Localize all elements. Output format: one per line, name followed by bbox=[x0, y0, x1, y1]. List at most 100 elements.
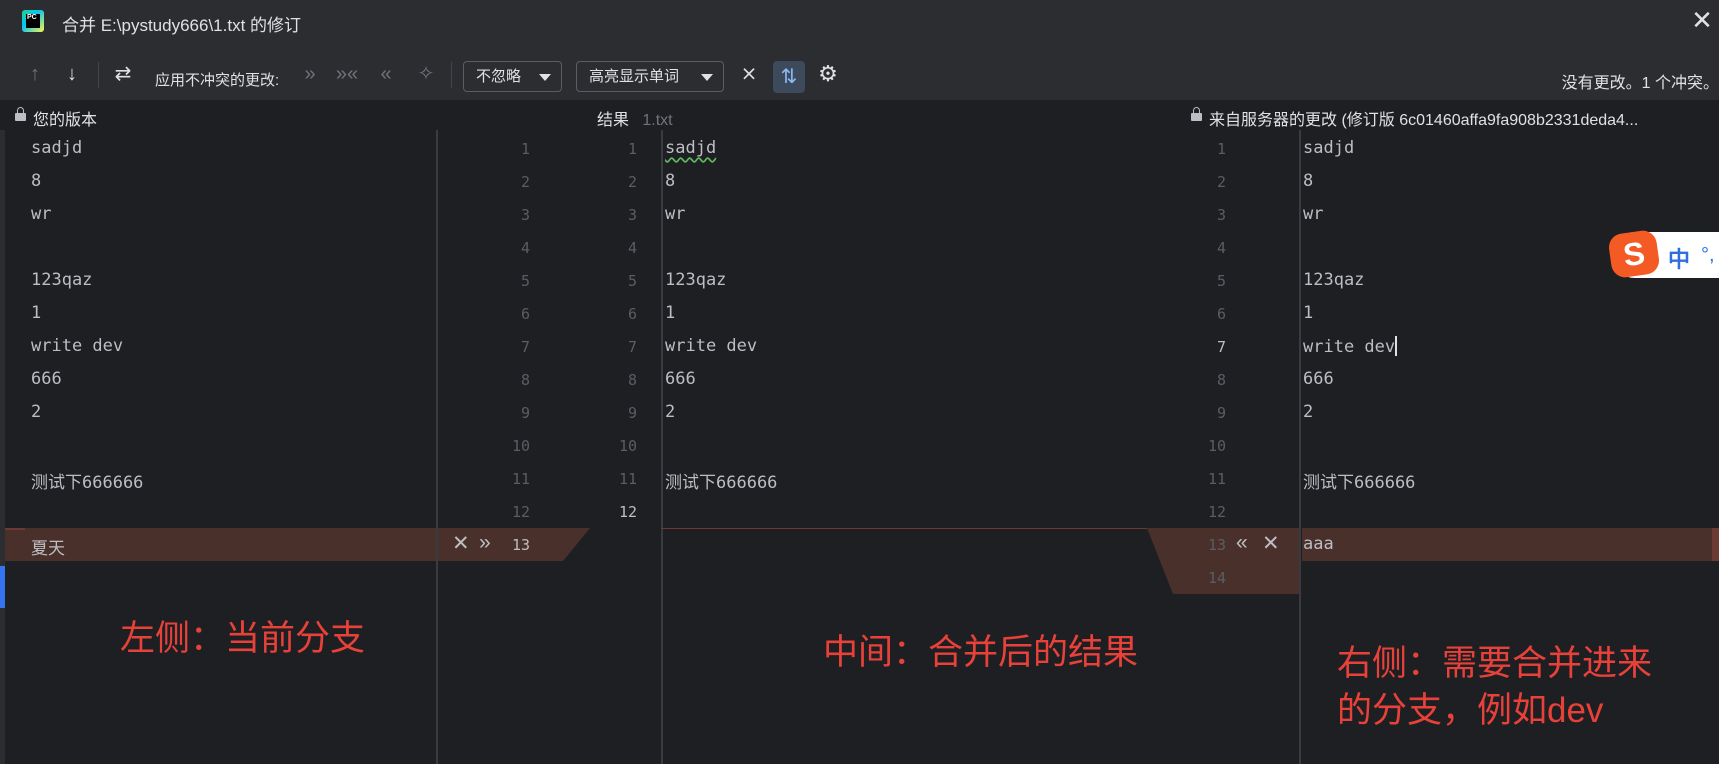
code-line[interactable]: wr bbox=[31, 204, 51, 224]
gear-icon[interactable]: ⚙ bbox=[814, 60, 842, 88]
outer-accent-strip bbox=[0, 566, 5, 608]
accept-right-change-icon[interactable]: « bbox=[1236, 532, 1248, 553]
magic-resolve-icon[interactable]: ✧ bbox=[412, 60, 440, 88]
toolbar-separator bbox=[98, 62, 99, 88]
apply-non-conflicting-label: 应用不冲突的更改: bbox=[155, 72, 280, 89]
line-number: 9 bbox=[1216, 404, 1226, 422]
close-icon[interactable]: ✕ bbox=[1688, 6, 1716, 34]
accept-left-change-icon[interactable]: » bbox=[479, 532, 491, 553]
annotation-left: 左侧：当前分支 bbox=[120, 619, 366, 658]
next-difference-button[interactable]: ↓ bbox=[58, 60, 86, 88]
line-number: 3 bbox=[1216, 206, 1226, 224]
code-line[interactable]: 2 bbox=[665, 402, 675, 422]
code-line[interactable]: 8 bbox=[665, 171, 675, 191]
compare-contents-icon[interactable]: ⇄ bbox=[109, 60, 137, 88]
code-line[interactable]: 1 bbox=[1303, 303, 1313, 323]
code-line[interactable]: 1 bbox=[665, 303, 675, 323]
line-number: 10 bbox=[511, 437, 530, 455]
ime-punctuation-icon[interactable]: °, bbox=[1701, 244, 1715, 267]
line-number: 4 bbox=[1216, 239, 1226, 257]
code-line[interactable]: 123qaz bbox=[1303, 270, 1364, 290]
sogou-ime-icon[interactable]: S bbox=[1607, 228, 1661, 280]
line-number: 1 bbox=[627, 140, 637, 158]
conflict-code-line[interactable]: aaa bbox=[1303, 534, 1334, 554]
code-line[interactable]: sadjd bbox=[665, 138, 716, 158]
code-line-with-cursor[interactable]: write dev bbox=[1303, 336, 1398, 357]
code-line[interactable]: 测试下666666 bbox=[31, 468, 143, 493]
line-number: 1 bbox=[1216, 140, 1226, 158]
line-number: 4 bbox=[627, 239, 637, 257]
text-cursor bbox=[1395, 336, 1398, 356]
conflict-marker-right bbox=[1712, 528, 1719, 561]
panel-divider bbox=[436, 130, 438, 764]
code-line[interactable]: 2 bbox=[31, 402, 41, 422]
code-line[interactable]: wr bbox=[665, 204, 685, 224]
chevron-down-icon bbox=[539, 74, 551, 81]
line-number: 11 bbox=[511, 470, 530, 488]
line-number: 12 bbox=[1207, 503, 1226, 521]
window-title: 合并 E:\pystudy666\1.txt 的修订 bbox=[62, 16, 302, 35]
code-line[interactable]: 8 bbox=[1303, 171, 1313, 191]
line-number: 14 bbox=[1207, 569, 1226, 587]
line-number: 6 bbox=[520, 305, 530, 323]
conflict-status: 没有更改。1 个冲突。 bbox=[1561, 75, 1719, 92]
code-line[interactable]: sadjd bbox=[1303, 138, 1354, 158]
synchronize-scrolling-toggle[interactable]: ⇅ bbox=[773, 61, 805, 93]
highlight-words-dropdown[interactable]: 高亮显示单词 bbox=[576, 61, 724, 92]
line-number: 3 bbox=[627, 206, 637, 224]
line-number: 8 bbox=[1216, 371, 1226, 389]
conflict-band-right bbox=[1302, 528, 1719, 561]
line-number: 12 bbox=[511, 503, 530, 521]
lock-icon bbox=[1191, 107, 1202, 121]
annotation-right-line1: 右侧：需要合并进来 bbox=[1337, 644, 1653, 683]
pycharm-app-icon: PC bbox=[22, 10, 44, 32]
collapse-unchanged-icon[interactable]: ⨯ bbox=[735, 60, 763, 88]
line-number: 12 bbox=[618, 503, 637, 521]
code-line[interactable]: 测试下666666 bbox=[1303, 468, 1415, 493]
panel-divider bbox=[661, 130, 663, 764]
line-number: 8 bbox=[520, 371, 530, 389]
code-line[interactable]: 1 bbox=[31, 303, 41, 323]
code-line[interactable]: 123qaz bbox=[31, 270, 92, 290]
line-number: 9 bbox=[627, 404, 637, 422]
toolbar-separator bbox=[451, 62, 452, 88]
code-line[interactable]: 666 bbox=[1303, 369, 1334, 389]
ignore-whitespace-dropdown[interactable]: 不忽略 bbox=[463, 61, 562, 92]
code-line[interactable]: wr bbox=[1303, 204, 1323, 224]
previous-difference-button[interactable]: ↑ bbox=[21, 60, 49, 88]
line-number: 10 bbox=[618, 437, 637, 455]
code-line[interactable]: 666 bbox=[31, 369, 62, 389]
code-line[interactable]: 666 bbox=[665, 369, 696, 389]
line-number: 6 bbox=[1216, 305, 1226, 323]
ignore-change-icon[interactable]: ✕ bbox=[452, 533, 470, 554]
code-line[interactable]: 8 bbox=[31, 171, 41, 191]
result-filename: 1.txt bbox=[642, 112, 673, 129]
conflict-band-left bbox=[5, 528, 436, 561]
lock-icon bbox=[15, 107, 26, 121]
line-number: 9 bbox=[520, 404, 530, 422]
line-number: 6 bbox=[627, 305, 637, 323]
code-line[interactable]: write dev bbox=[665, 336, 757, 356]
code-line[interactable]: 123qaz bbox=[665, 270, 726, 290]
code-line[interactable]: sadjd bbox=[31, 138, 82, 158]
line-number: 11 bbox=[618, 470, 637, 488]
conflict-code-line[interactable]: 夏天 bbox=[31, 534, 65, 559]
apply-all-icon[interactable]: »« bbox=[333, 60, 361, 88]
line-number: 10 bbox=[1207, 437, 1226, 455]
apply-right-icon[interactable]: « bbox=[372, 60, 400, 88]
ime-mode-label[interactable]: 中 bbox=[1668, 242, 1690, 274]
code-line[interactable]: 2 bbox=[1303, 402, 1313, 422]
line-number: 1 bbox=[520, 140, 530, 158]
code-line[interactable]: 测试下666666 bbox=[665, 468, 777, 493]
line-number: 13 bbox=[511, 536, 530, 554]
line-number: 2 bbox=[1216, 173, 1226, 191]
result-header: 结果 1.txt bbox=[597, 112, 673, 129]
code-line[interactable]: write dev bbox=[31, 336, 123, 356]
apply-left-icon[interactable]: » bbox=[296, 60, 324, 88]
chevron-down-icon bbox=[701, 74, 713, 81]
line-number: 11 bbox=[1207, 470, 1226, 488]
line-number: 7 bbox=[1216, 338, 1226, 356]
annotation-middle: 中间：合并后的结果 bbox=[823, 633, 1139, 672]
line-number: 2 bbox=[520, 173, 530, 191]
ignore-change-icon[interactable]: ✕ bbox=[1262, 533, 1280, 554]
